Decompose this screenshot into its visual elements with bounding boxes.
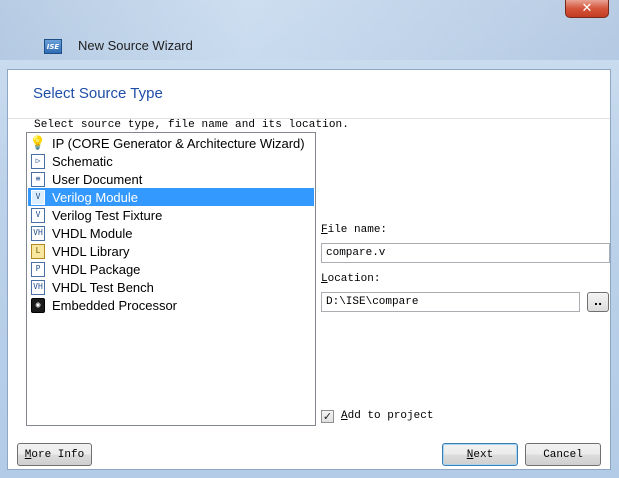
source-type-item[interactable]: P VHDL Package — [28, 260, 314, 278]
vhdl-module-icon: VH — [31, 225, 45, 241]
vhdl-package-icon: P — [31, 261, 45, 277]
source-type-label: Embedded Processor — [52, 297, 178, 313]
source-type-item[interactable]: 💡 IP (CORE Generator & Architecture Wizar… — [28, 134, 314, 152]
source-type-label: VHDL Library — [52, 243, 130, 259]
document-icon: ≡ — [31, 171, 45, 187]
add-to-project-label[interactable]: Add to project — [341, 410, 433, 422]
source-type-item[interactable]: ≡ User Document — [28, 170, 314, 188]
source-type-item[interactable]: L VHDL Library — [28, 242, 314, 260]
bulb-icon: 💡 — [29, 135, 47, 151]
source-type-label: IP (CORE Generator & Architecture Wizard… — [52, 135, 305, 151]
instruction-text: Select source type, file name and its lo… — [34, 119, 349, 131]
source-type-label: User Document — [52, 171, 143, 187]
source-type-item[interactable]: V Verilog Module — [28, 188, 314, 206]
cancel-button[interactable]: Cancel — [525, 443, 601, 466]
schematic-icon: ▷ — [31, 153, 45, 169]
vhdl-test-bench-icon: VH — [31, 279, 45, 295]
file-name-label: File name: — [321, 224, 388, 236]
source-type-label: VHDL Module — [52, 225, 133, 241]
source-type-list[interactable]: 💡 IP (CORE Generator & Architecture Wizar… — [26, 132, 316, 426]
verilog-module-icon: V — [31, 189, 45, 205]
add-to-project-checkbox[interactable]: ✓ — [321, 410, 334, 423]
file-name-input[interactable]: compare.v — [321, 243, 610, 263]
location-label: Location: — [321, 273, 381, 285]
vhdl-library-icon: L — [31, 243, 45, 259]
more-info-button[interactable]: More Info — [17, 443, 92, 466]
source-type-item[interactable]: ▷ Schematic — [28, 152, 314, 170]
source-type-item[interactable]: V Verilog Test Fixture — [28, 206, 314, 224]
wizard-client-area: Select Source Type Select source type, f… — [7, 69, 611, 470]
source-type-item[interactable]: VH VHDL Module — [28, 224, 314, 242]
source-type-label: Verilog Test Fixture — [52, 207, 163, 223]
ise-app-icon: ISE — [44, 39, 62, 54]
embedded-processor-icon: ◉ — [31, 297, 45, 313]
next-button[interactable]: Next — [442, 443, 518, 466]
window-title: New Source Wizard — [78, 38, 193, 53]
page-title: Select Source Type — [33, 85, 163, 102]
close-button[interactable]: ✕ — [565, 0, 609, 18]
browse-button[interactable]: .. — [587, 292, 609, 312]
source-type-item[interactable]: ◉ Embedded Processor — [28, 296, 314, 314]
source-type-item[interactable]: VH VHDL Test Bench — [28, 278, 314, 296]
source-type-label: Schematic — [52, 153, 113, 169]
source-type-label: VHDL Test Bench — [52, 279, 154, 295]
verilog-test-fixture-icon: V — [31, 207, 45, 223]
source-type-label: VHDL Package — [52, 261, 141, 277]
location-input[interactable]: D:\ISE\compare — [321, 292, 580, 312]
source-type-label: Verilog Module — [52, 189, 138, 205]
